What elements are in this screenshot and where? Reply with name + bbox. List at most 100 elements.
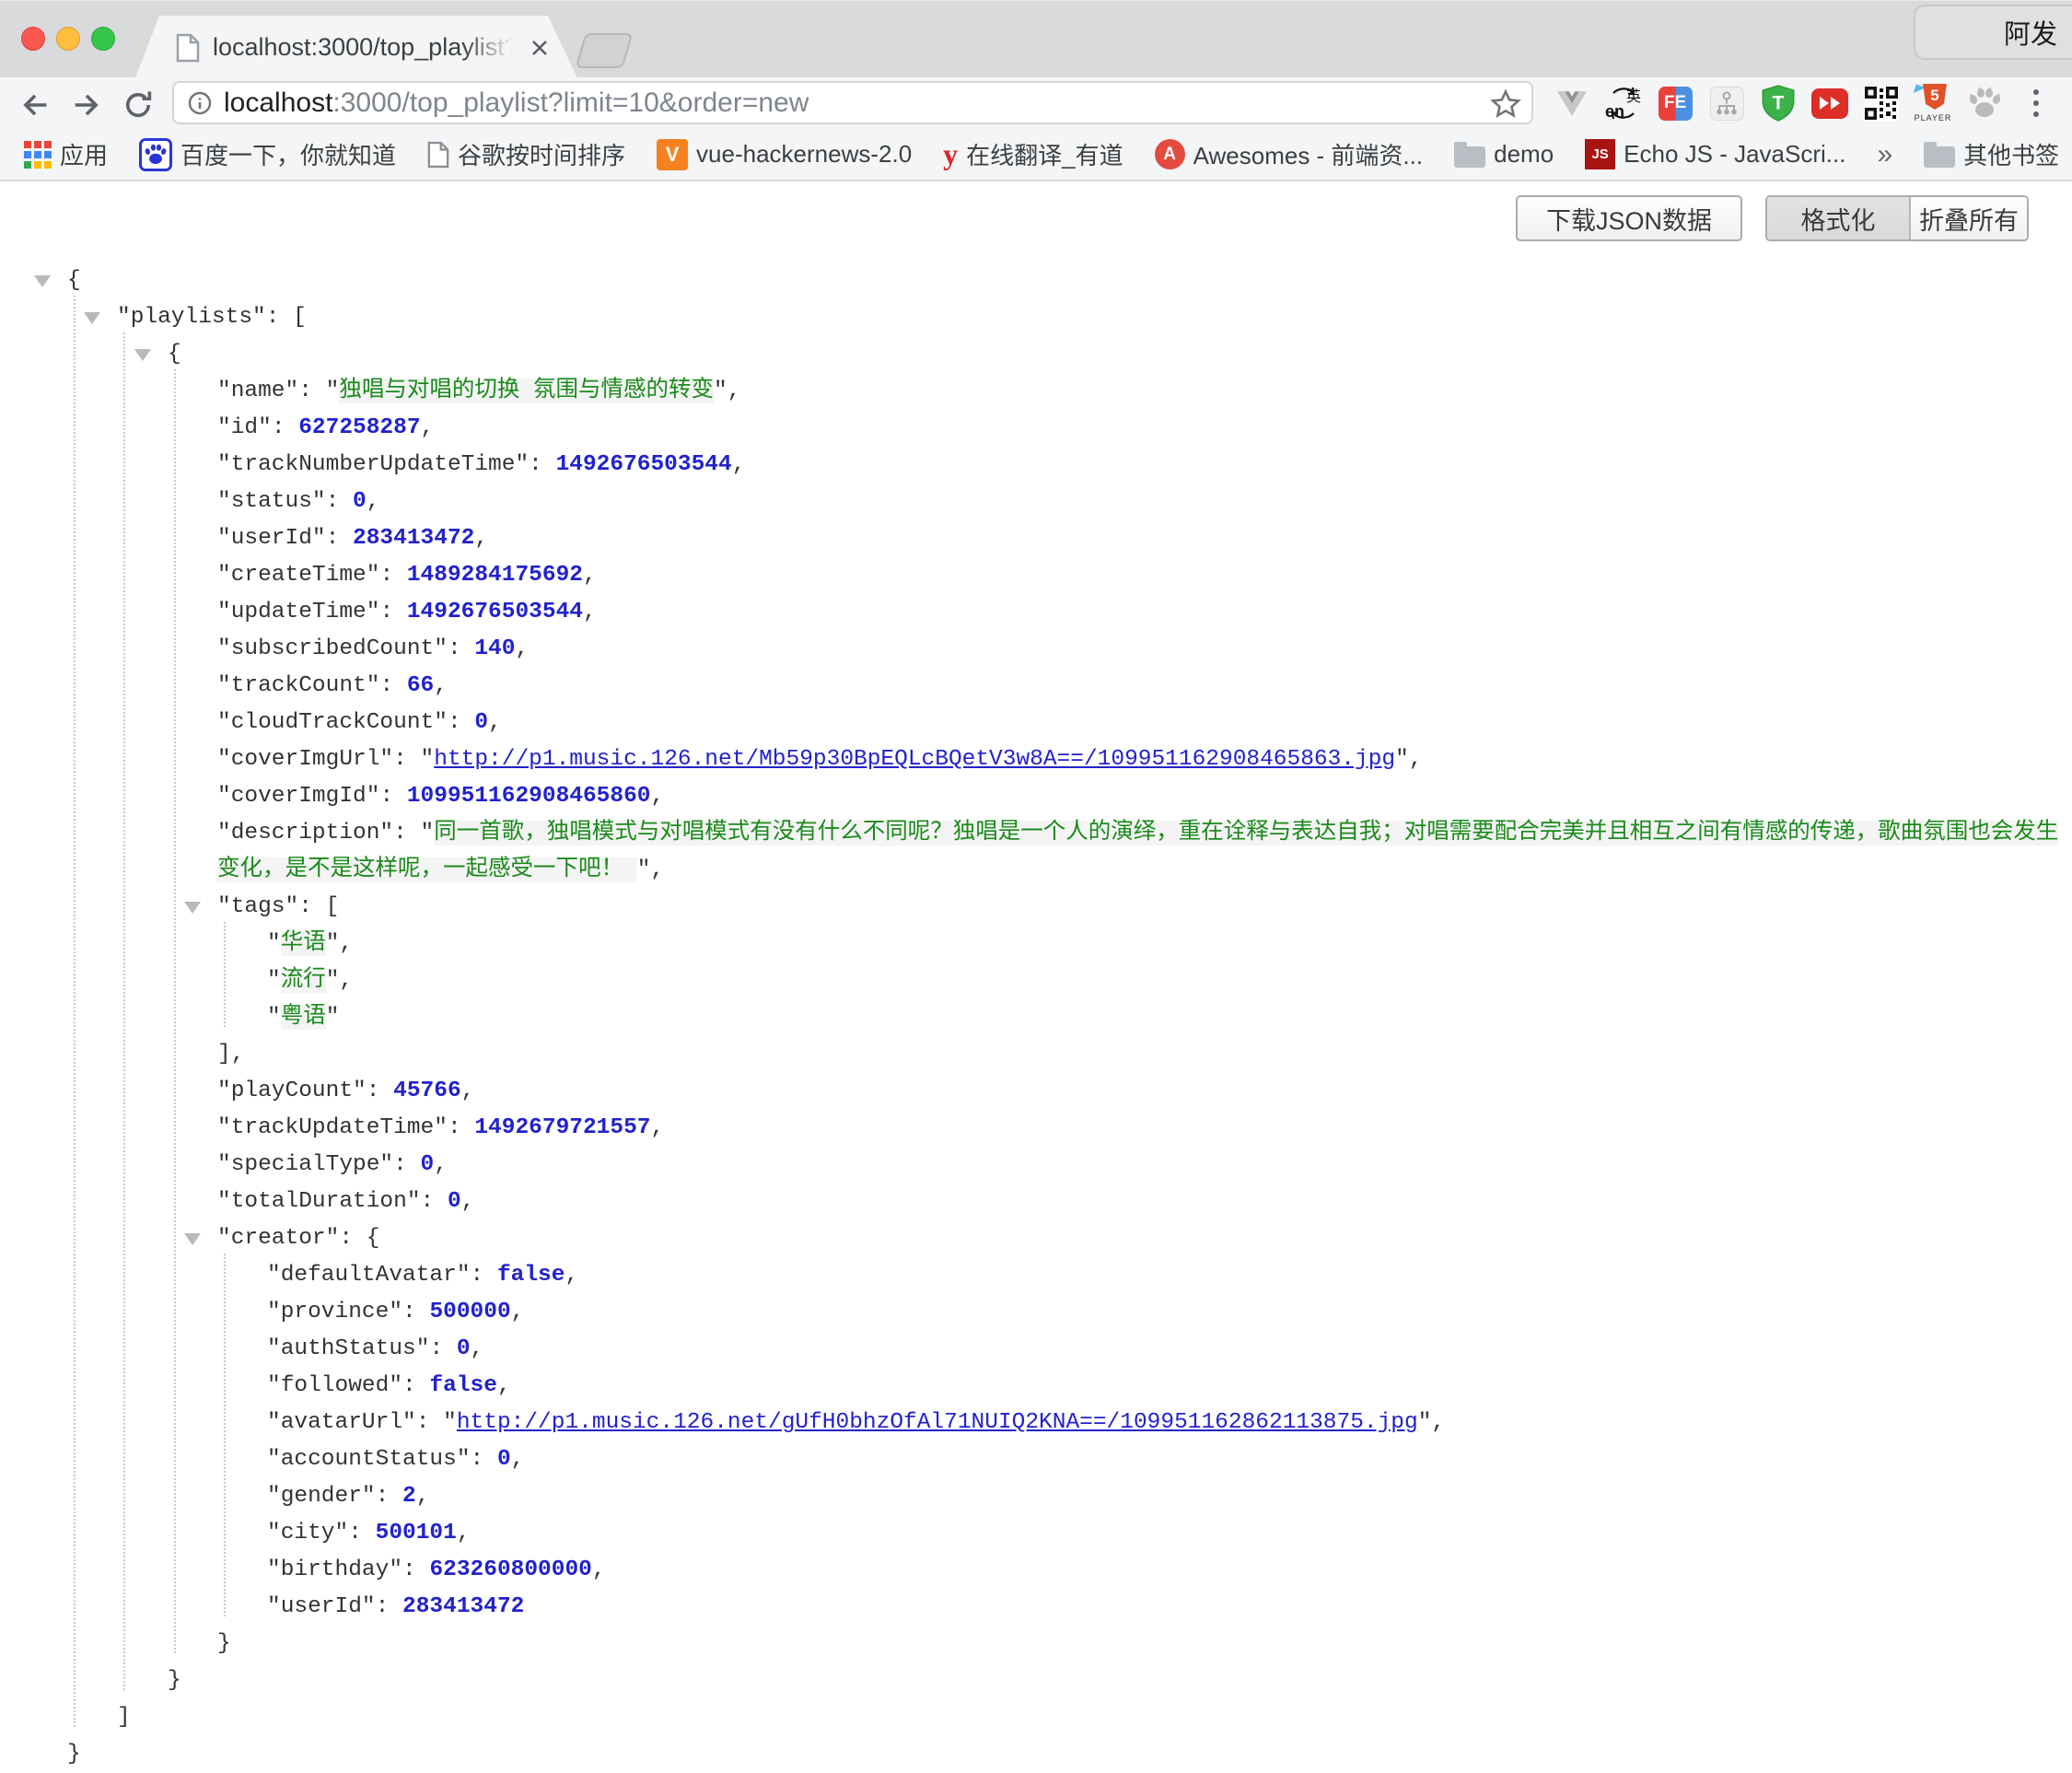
bookmarks-bar: 应用 百度一下，你就知道 谷歌按时间排序 V vue-hackernews-2.… bbox=[0, 129, 2072, 181]
kebab-dots-icon bbox=[2033, 89, 2039, 117]
fast-forward-player-icon[interactable] bbox=[1810, 84, 1849, 122]
json-line: "creator": { bbox=[0, 1220, 2072, 1257]
json-punct: , bbox=[651, 784, 665, 809]
json-number: 0 bbox=[474, 710, 488, 735]
bookmark-awesomes[interactable]: A Awesomes - 前端资... bbox=[1155, 137, 1423, 171]
json-bracket: } bbox=[217, 1631, 231, 1656]
translate-en-glyph: en bbox=[1605, 102, 1624, 122]
json-viewer: {"playlists": [{"name": "独唱与对唱的切换 氛围与情感的… bbox=[0, 262, 2072, 1773]
sitemap-extension-icon[interactable] bbox=[1707, 84, 1746, 122]
new-tab-button[interactable] bbox=[576, 33, 634, 68]
json-punct: : bbox=[348, 1521, 375, 1546]
bookmark-google-sort[interactable]: 谷歌按时间排序 bbox=[427, 137, 625, 171]
json-bracket: } bbox=[67, 1742, 81, 1767]
json-key: "birthday" bbox=[267, 1557, 402, 1582]
bookmark-apps[interactable]: 应用 bbox=[24, 137, 108, 171]
json-line: "province": 500000, bbox=[0, 1294, 2072, 1331]
page-favicon-icon bbox=[176, 33, 200, 63]
fast-forward-glyph-icon bbox=[1811, 88, 1848, 119]
json-bracket: { bbox=[168, 342, 181, 367]
bookmark-demo-folder[interactable]: demo bbox=[1454, 140, 1554, 169]
fullscreen-window-button[interactable] bbox=[91, 27, 115, 51]
json-punct: " bbox=[267, 1005, 281, 1030]
translate-extension-icon[interactable]: en 英 bbox=[1604, 84, 1643, 122]
json-punct: " bbox=[714, 379, 728, 403]
svg-text:T: T bbox=[1773, 93, 1785, 114]
json-key: "specialType" bbox=[217, 1152, 393, 1177]
bookmarks-overflow-icon[interactable]: » bbox=[1877, 139, 1892, 170]
other-bookmarks[interactable]: 其他书签 bbox=[1924, 137, 2059, 171]
bookmark-star-icon[interactable] bbox=[1489, 87, 1522, 121]
json-number: 109951162908465860 bbox=[407, 784, 651, 809]
json-key: "trackUpdateTime" bbox=[217, 1115, 448, 1140]
collapse-toggle-icon[interactable] bbox=[84, 312, 100, 324]
other-bookmarks-label: 其他书签 bbox=[1963, 137, 2059, 171]
json-line: "updateTime": 1492676503544, bbox=[0, 594, 2072, 631]
address-bar[interactable]: localhost:3000/top_playlist?limit=10&ord… bbox=[172, 81, 1533, 124]
json-line: "birthday": 623260800000, bbox=[0, 1552, 2072, 1589]
json-punct: , bbox=[461, 1079, 475, 1103]
json-line: { bbox=[0, 262, 2072, 299]
json-punct: : bbox=[402, 1557, 429, 1582]
json-key: "subscribedCount" bbox=[217, 636, 448, 661]
json-url-link[interactable]: http://p1.music.126.net/Mb59p30BpEQLcBQe… bbox=[434, 747, 1395, 772]
profile-chip[interactable]: 阿发 bbox=[1914, 5, 2072, 60]
json-number: 1492676503544 bbox=[556, 452, 732, 477]
json-line: } bbox=[0, 1626, 2072, 1662]
browser-menu-icon[interactable] bbox=[2017, 84, 2055, 122]
page-info-icon[interactable] bbox=[187, 90, 213, 116]
sitemap-glyph-icon bbox=[1710, 87, 1744, 121]
html5-player-icon[interactable]: 5 PLAYER bbox=[1914, 84, 1952, 122]
bookmark-vue-hackernews[interactable]: V vue-hackernews-2.0 bbox=[657, 139, 912, 170]
paw-extension-icon[interactable] bbox=[1965, 84, 2004, 122]
bookmark-label: vue-hackernews-2.0 bbox=[696, 140, 912, 169]
json-key: "tags" bbox=[217, 894, 298, 919]
bookmark-echojs[interactable]: JS Echo JS - JavaScri... bbox=[1585, 139, 1845, 169]
json-punct: , bbox=[339, 968, 353, 993]
qr-code-icon[interactable] bbox=[1862, 84, 1901, 122]
json-punct: , bbox=[583, 563, 597, 588]
json-number: 0 bbox=[457, 1336, 471, 1361]
translate-cn-glyph: 英 bbox=[1626, 84, 1641, 106]
back-icon[interactable] bbox=[18, 88, 52, 122]
close-window-button[interactable] bbox=[21, 27, 45, 51]
json-number: 500000 bbox=[429, 1300, 510, 1324]
json-punct: , bbox=[1409, 747, 1423, 772]
apps-grid-icon bbox=[24, 141, 52, 169]
json-line: "gender": 2, bbox=[0, 1478, 2072, 1515]
json-punct: , bbox=[421, 415, 435, 440]
json-punct: " bbox=[326, 1005, 340, 1030]
vue-devtools-icon[interactable] bbox=[1553, 84, 1591, 122]
reload-icon[interactable] bbox=[122, 88, 155, 122]
fe-helper-icon[interactable]: FE bbox=[1656, 84, 1694, 122]
bookmark-baidu[interactable]: 百度一下，你就知道 bbox=[139, 137, 396, 171]
collapse-toggle-icon[interactable] bbox=[34, 275, 51, 287]
json-block: "playlists": [{"name": "独唱与对唱的切换 氛围与情感的转… bbox=[0, 299, 2072, 1736]
format-button[interactable]: 格式化 bbox=[1767, 197, 1909, 239]
download-json-button[interactable]: 下载JSON数据 bbox=[1516, 195, 1742, 241]
minimize-window-button[interactable] bbox=[56, 27, 80, 51]
collapse-all-button[interactable]: 折叠所有 bbox=[1909, 197, 2027, 239]
json-punct: : bbox=[326, 526, 353, 551]
tab-close-icon[interactable] bbox=[530, 38, 550, 58]
json-line: "tags": [ bbox=[0, 889, 2072, 926]
tampermonkey-shield-icon[interactable]: T bbox=[1759, 84, 1798, 122]
json-punct: , bbox=[515, 636, 529, 661]
json-key: "userId" bbox=[217, 526, 326, 551]
json-punct: " bbox=[267, 931, 281, 956]
json-key: "defaultAvatar" bbox=[267, 1263, 471, 1288]
json-line: "name": "独唱与对唱的切换 氛围与情感的转变", bbox=[0, 373, 2072, 410]
collapse-toggle-icon[interactable] bbox=[184, 1233, 201, 1245]
collapse-toggle-icon[interactable] bbox=[134, 349, 151, 361]
browser-tab[interactable]: localhost:3000/top_playlist?limit=10&ord… bbox=[135, 16, 577, 78]
json-line: "粤语" bbox=[0, 999, 2072, 1036]
json-number: 627258287 bbox=[298, 415, 420, 440]
collapse-toggle-icon[interactable] bbox=[184, 902, 201, 914]
json-url-link[interactable]: http://p1.music.126.net/gUfH0bhzOfAl71NU… bbox=[457, 1410, 1418, 1435]
forward-icon[interactable] bbox=[70, 88, 103, 122]
bookmark-youdao-translate[interactable]: y 在线翻译_有道 bbox=[943, 137, 1123, 171]
json-key: "coverImgUrl" bbox=[217, 747, 393, 772]
folder-icon bbox=[1454, 146, 1485, 168]
json-key: "updateTime" bbox=[217, 600, 379, 624]
json-punct: " bbox=[267, 968, 281, 993]
